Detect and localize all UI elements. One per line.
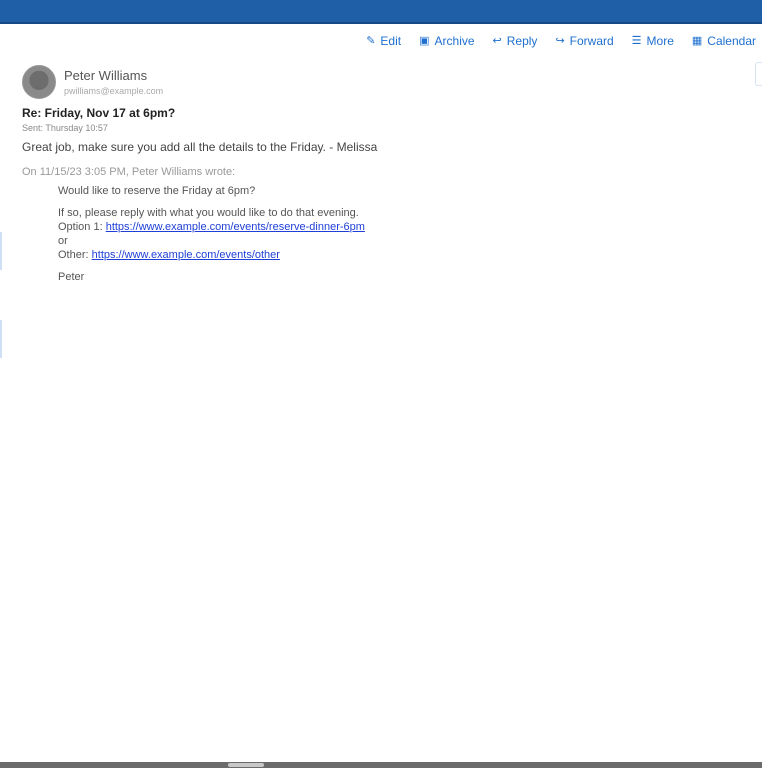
- edit-button-label: Edit: [380, 34, 402, 48]
- option-b-row: Other: https://www.example.com/events/ot…: [58, 248, 365, 262]
- avatar: [22, 65, 56, 99]
- option-a-link[interactable]: https://www.example.com/events/reserve-d…: [106, 221, 365, 233]
- sender-name[interactable]: Peter Williams: [64, 68, 163, 83]
- reply-icon: ↩: [492, 34, 502, 47]
- message-toolbar: ✎ Edit ▣ Archive ↩ Reply ↪ Forward ☰ Mor…: [366, 30, 756, 52]
- option-b-link[interactable]: https://www.example.com/events/other: [92, 249, 280, 261]
- quoted-message: Would like to reserve the Friday at 6pm?…: [58, 184, 365, 284]
- quoted-signature: Peter: [58, 271, 85, 283]
- forward-icon: ↪: [555, 34, 565, 47]
- sender-block: Peter Williams pwilliams@example.com: [22, 65, 163, 99]
- forward-button[interactable]: ↪ Forward: [555, 34, 613, 48]
- option-b-label: Other:: [58, 249, 89, 261]
- taskbar-strip: [0, 762, 762, 768]
- calendar-icon: ▦: [691, 34, 703, 47]
- edit-button[interactable]: ✎ Edit: [366, 34, 401, 48]
- reply-button-label: Reply: [506, 34, 538, 48]
- taskbar-tab[interactable]: [228, 763, 264, 767]
- archive-button[interactable]: ▣ Archive: [419, 34, 474, 48]
- archive-button-label: Archive: [434, 34, 475, 48]
- left-edge-marker: [0, 320, 2, 358]
- forward-button-label: Forward: [569, 34, 614, 48]
- side-panel-tab[interactable]: [755, 62, 762, 86]
- calendar-button[interactable]: ▦ Calendar: [692, 34, 756, 48]
- left-edge-marker: [0, 232, 2, 270]
- subject-block: Re: Friday, Nov 17 at 6pm? Sent: Thursda…: [22, 106, 175, 133]
- more-button-label: More: [646, 34, 674, 48]
- or-text: or: [58, 235, 68, 247]
- quote-header: On 11/15/23 3:05 PM, Peter Williams wrot…: [22, 166, 236, 178]
- more-icon: ☰: [631, 34, 642, 47]
- archive-icon: ▣: [419, 34, 430, 47]
- message-body: Great job, make sure you add all the det…: [22, 140, 378, 154]
- option-a-label: Option 1:: [58, 221, 103, 233]
- window-title-bar: [0, 0, 762, 24]
- quoted-line: Would like to reserve the Friday at 6pm?: [58, 185, 256, 197]
- pencil-icon: ✎: [366, 34, 376, 47]
- message-meta: Sent: Thursday 10:57: [22, 123, 108, 133]
- message-subject: Re: Friday, Nov 17 at 6pm?: [22, 106, 176, 120]
- option-a-row: Option 1: https://www.example.com/events…: [58, 220, 365, 234]
- more-button[interactable]: ☰ More: [632, 34, 674, 48]
- reply-button[interactable]: ↩ Reply: [493, 34, 538, 48]
- quoted-line: If so, please reply with what you would …: [58, 207, 359, 219]
- calendar-button-label: Calendar: [707, 34, 756, 48]
- sender-email: pwilliams@example.com: [64, 86, 164, 96]
